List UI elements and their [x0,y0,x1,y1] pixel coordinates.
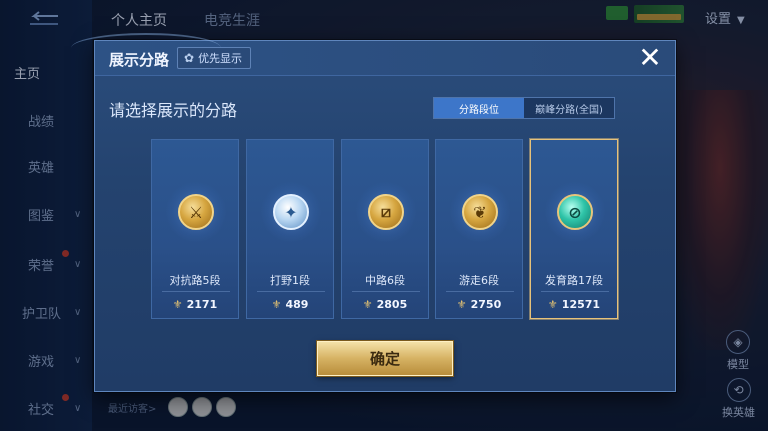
lane-score: ⚜ 2171 [172,298,218,311]
points-icon: ⚜ [456,298,467,311]
gear-icon: ✿ [184,51,195,65]
priority-display-label: 优先显示 [198,52,243,65]
lane-score: ⚜ 2750 [456,298,502,311]
lane-name: 对抗路5段 [169,274,221,287]
lane-name: 打野1段 [270,274,310,287]
confirm-button[interactable]: 确定 [317,341,453,376]
lane-score: ⚜ 2805 [362,298,408,311]
segment-lane-rank[interactable]: 分路段位 [434,98,524,118]
points-icon: ⚜ [172,298,183,311]
priority-display-button[interactable]: ✿ 优先显示 [177,47,252,69]
lane-name: 发育路17段 [545,274,603,287]
lane-card-jungle[interactable]: ✦ 打野1段 ⚜ 489 [246,139,334,319]
points-icon: ⚜ [362,298,373,311]
rank-badge-icon: ⧄ [368,194,404,230]
dialog-subtitle: 请选择展示的分路 [109,101,238,120]
lane-score: ⚜ 489 [271,298,309,311]
screen: 主页 战绩 英雄 图鉴 ∨ 荣誉 ∨ 护卫队 ∨ 游戏 ∨ 社交 ∨ 个人主页 … [0,0,768,431]
close-icon[interactable]: ✕ [635,44,665,72]
lane-card-farm[interactable]: ⊘ 发育路17段 ⚜ 12571 [530,139,618,319]
segment-peak-lane[interactable]: 巅峰分路(全国) [524,98,614,118]
rank-badge-icon: ❦ [462,194,498,230]
lane-card-mid[interactable]: ⧄ 中路6段 ⚜ 2805 [341,139,429,319]
rank-badge-icon: ✦ [273,194,309,230]
lane-mode-toggle: 分路段位 巅峰分路(全国) [433,97,615,119]
rank-badge-icon: ⚔ [178,194,214,230]
lane-display-dialog: 展示分路 ✿ 优先显示 ✕ 请选择展示的分路 分路段位 巅峰分路(全国) ⚔ 对… [71,33,676,392]
lane-name: 中路6段 [365,274,405,287]
dialog-header: 展示分路 ✿ 优先显示 ✕ [71,33,675,76]
lane-cards: ⚔ 对抗路5段 ⚜ 2171 ✦ 打野1段 ⚜ 489 ⧄ 中路6段 ⚜ 2805 [151,139,621,319]
lane-card-roam[interactable]: ❦ 游走6段 ⚜ 2750 [435,139,523,319]
points-icon: ⚜ [547,298,558,311]
lane-name: 游走6段 [459,274,499,287]
points-icon: ⚜ [271,298,282,311]
rank-badge-icon: ⊘ [557,194,593,230]
lane-card-top[interactable]: ⚔ 对抗路5段 ⚜ 2171 [151,139,239,319]
dialog-title: 展示分路 [109,51,170,69]
lane-score: ⚜ 12571 [547,298,601,311]
